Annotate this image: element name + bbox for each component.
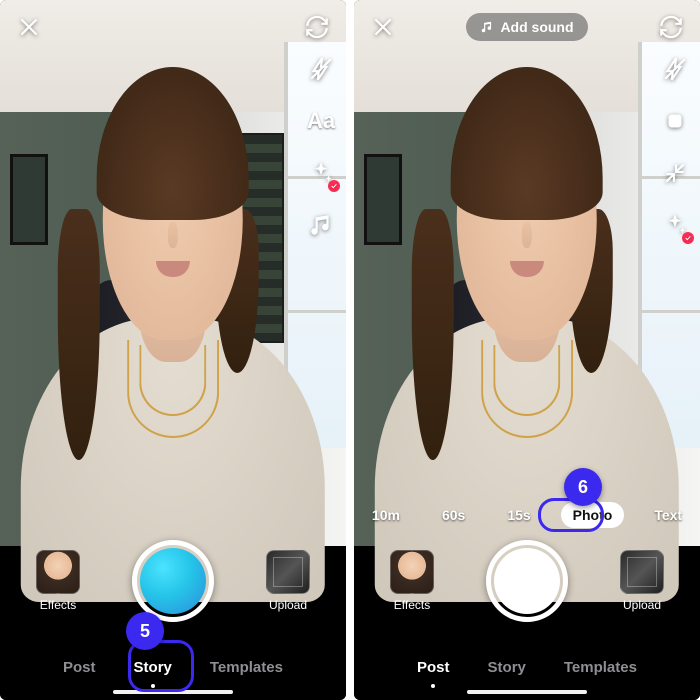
side-toolbar: Aa (306, 54, 336, 240)
mode-story[interactable]: Story (132, 653, 174, 682)
duration-photo[interactable]: Photo (561, 502, 625, 528)
phone-left-story-mode: Aa Effects Upload Post (0, 0, 346, 700)
collapse-icon[interactable] (660, 158, 690, 188)
enhance-badge-icon (328, 180, 340, 192)
add-sound-label: Add sound (500, 19, 573, 35)
mode-story[interactable]: Story (486, 653, 528, 682)
enhance-badge-icon (682, 232, 694, 244)
phone-right-photo-mode: Add sound 10m 60s 15s P (354, 0, 700, 700)
upload-label: Upload (623, 598, 661, 612)
duration-60s[interactable]: 60s (430, 502, 477, 528)
side-toolbar (660, 54, 690, 240)
effects-thumbnail (36, 550, 80, 594)
flip-camera-icon[interactable] (654, 10, 688, 44)
shutter-inner-story (140, 548, 206, 614)
top-bar: Add sound (366, 10, 688, 44)
mode-post[interactable]: Post (61, 653, 98, 682)
duration-selector: 10m 60s 15s Photo Text (354, 502, 700, 528)
add-sound-button[interactable]: Add sound (466, 13, 587, 41)
upload-thumbnail (266, 550, 310, 594)
annotation-6-badge: 6 (564, 468, 602, 506)
duration-text[interactable]: Text (642, 502, 694, 528)
shutter-inner-photo (494, 548, 560, 614)
effects-button[interactable]: Effects (26, 550, 90, 612)
upload-button[interactable]: Upload (256, 550, 320, 612)
tutorial-two-phone-layout: Aa Effects Upload Post (0, 0, 700, 700)
annotation-5-badge: 5 (126, 612, 164, 650)
text-tool-label: Aa (307, 108, 335, 134)
shutter-button[interactable] (132, 540, 214, 622)
capture-row: Effects Upload (354, 538, 700, 624)
shutter-button[interactable] (486, 540, 568, 622)
mode-post[interactable]: Post (415, 653, 452, 682)
flip-camera-icon[interactable] (300, 10, 334, 44)
mode-templates[interactable]: Templates (562, 653, 639, 682)
close-icon[interactable] (366, 10, 400, 44)
duration-15s[interactable]: 15s (495, 502, 542, 528)
upload-label: Upload (269, 598, 307, 612)
effects-label: Effects (40, 598, 76, 612)
flash-icon[interactable] (660, 54, 690, 84)
home-indicator[interactable] (113, 690, 233, 694)
mode-selector: Post Story Templates (0, 634, 346, 700)
text-tool-icon[interactable]: Aa (306, 106, 336, 136)
top-bar (12, 10, 334, 44)
close-icon[interactable] (12, 10, 46, 44)
upload-thumbnail (620, 550, 664, 594)
capture-row: Effects Upload (0, 538, 346, 624)
frame-icon[interactable] (660, 106, 690, 136)
music-icon[interactable] (306, 210, 336, 240)
enhance-icon[interactable] (306, 158, 336, 188)
enhance-icon[interactable] (660, 210, 690, 240)
flash-icon[interactable] (306, 54, 336, 84)
duration-10m[interactable]: 10m (360, 502, 412, 528)
mode-selector: Post Story Templates (354, 634, 700, 700)
upload-button[interactable]: Upload (610, 550, 674, 612)
home-indicator[interactable] (467, 690, 587, 694)
effects-label: Effects (394, 598, 430, 612)
effects-button[interactable]: Effects (380, 550, 444, 612)
camera-subject-person (21, 56, 325, 602)
mode-templates[interactable]: Templates (208, 653, 285, 682)
effects-thumbnail (390, 550, 434, 594)
